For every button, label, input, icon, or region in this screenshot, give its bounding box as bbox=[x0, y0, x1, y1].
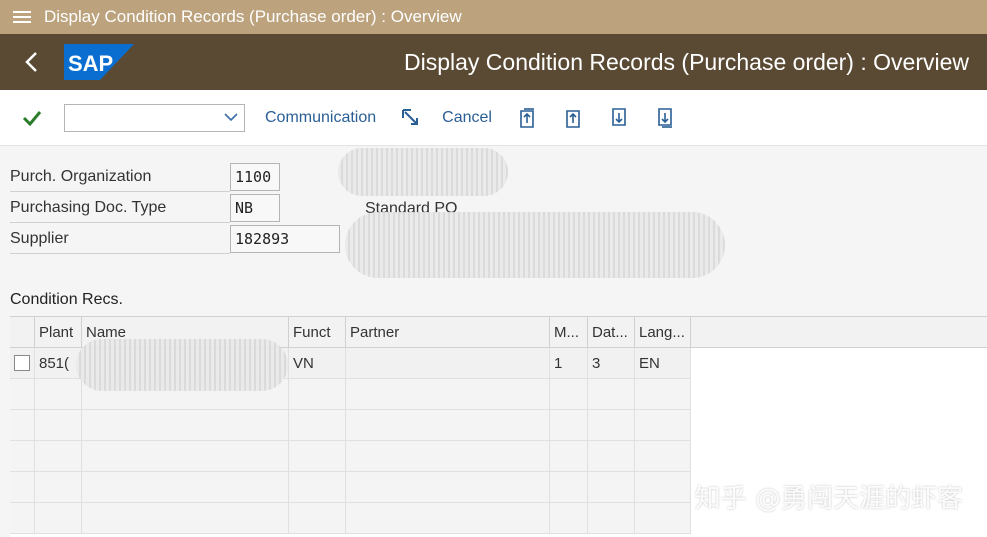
redacted-area bbox=[76, 339, 288, 391]
dat-cell: 3 bbox=[588, 348, 635, 379]
window-title: Display Condition Records (Purchase orde… bbox=[44, 7, 462, 26]
empty-cell bbox=[35, 472, 82, 503]
table-row[interactable] bbox=[10, 410, 691, 441]
last-page-icon bbox=[658, 107, 672, 128]
column-header-partner[interactable]: Partner bbox=[346, 317, 550, 348]
empty-cell bbox=[550, 379, 588, 410]
empty-cell bbox=[550, 441, 588, 472]
empty-cell bbox=[588, 503, 635, 534]
communication-button[interactable]: Communication bbox=[265, 109, 376, 127]
row-selector bbox=[10, 472, 35, 503]
supplier-label: Supplier bbox=[10, 224, 230, 254]
purch-org-field[interactable]: 1100 bbox=[230, 163, 280, 191]
empty-cell bbox=[35, 441, 82, 472]
empty-cell bbox=[346, 503, 550, 534]
row-selector[interactable] bbox=[10, 348, 35, 379]
empty-cell bbox=[588, 472, 635, 503]
previous-page-icon bbox=[566, 109, 580, 128]
empty-cell bbox=[82, 441, 289, 472]
column-header-m[interactable]: M... bbox=[550, 317, 588, 348]
hamburger-menu-icon[interactable] bbox=[0, 0, 44, 34]
first-page-button[interactable] bbox=[516, 107, 538, 129]
doc-type-label: Purchasing Doc. Type bbox=[10, 193, 230, 223]
table-row[interactable] bbox=[10, 441, 691, 472]
empty-cell bbox=[35, 410, 82, 441]
row-selector bbox=[10, 503, 35, 534]
empty-cell bbox=[289, 410, 346, 441]
shell-bar: SAP Display Condition Records (Purchase … bbox=[0, 34, 987, 90]
empty-cell bbox=[635, 472, 691, 503]
row-selector bbox=[10, 441, 35, 472]
redacted-area bbox=[345, 212, 725, 278]
empty-cell bbox=[346, 472, 550, 503]
empty-cell bbox=[550, 410, 588, 441]
empty-cell bbox=[289, 472, 346, 503]
command-field[interactable] bbox=[64, 103, 245, 132]
condition-records-title: Condition Recs. bbox=[10, 291, 123, 308]
empty-cell bbox=[82, 472, 289, 503]
first-page-icon bbox=[520, 107, 534, 128]
chevron-down-icon[interactable] bbox=[224, 109, 238, 125]
chevron-left-icon bbox=[25, 52, 37, 72]
empty-cell bbox=[588, 379, 635, 410]
empty-cell bbox=[550, 503, 588, 534]
row-selector bbox=[10, 410, 35, 441]
window-title-bar: Display Condition Records (Purchase orde… bbox=[0, 0, 987, 34]
next-page-button[interactable] bbox=[608, 107, 630, 129]
svg-text:SAP: SAP bbox=[68, 51, 113, 76]
funct-cell: VN bbox=[289, 348, 346, 379]
page-title: Display Condition Records (Purchase orde… bbox=[404, 49, 969, 75]
row-checkbox[interactable] bbox=[14, 355, 30, 371]
empty-cell bbox=[35, 503, 82, 534]
row-selector bbox=[10, 379, 35, 410]
previous-page-button[interactable] bbox=[562, 107, 584, 129]
empty-cell bbox=[635, 441, 691, 472]
doc-type-field[interactable]: NB bbox=[230, 194, 280, 222]
lang-cell: EN bbox=[635, 348, 691, 379]
empty-cell bbox=[289, 503, 346, 534]
empty-cell bbox=[635, 379, 691, 410]
watermark: 知乎 @勇闯天涯的虾客 bbox=[694, 484, 963, 514]
empty-cell bbox=[550, 472, 588, 503]
column-header-plant[interactable]: Plant bbox=[35, 317, 82, 348]
column-header-lang[interactable]: Lang... bbox=[635, 317, 691, 348]
empty-cell bbox=[588, 410, 635, 441]
empty-cell bbox=[82, 410, 289, 441]
empty-cell bbox=[82, 503, 289, 534]
sap-logo: SAP bbox=[64, 44, 134, 80]
supplier-field[interactable]: 182893 bbox=[230, 225, 340, 253]
purch-org-label: Purch. Organization bbox=[10, 162, 230, 192]
empty-cell bbox=[289, 379, 346, 410]
partner-cell bbox=[346, 348, 550, 379]
enter-button[interactable] bbox=[0, 109, 64, 127]
cursor-select-icon bbox=[402, 108, 419, 125]
empty-cell bbox=[346, 441, 550, 472]
empty-cell bbox=[346, 410, 550, 441]
empty-cell bbox=[588, 441, 635, 472]
last-page-button[interactable] bbox=[654, 107, 676, 129]
cancel-button[interactable]: Cancel bbox=[442, 109, 492, 127]
next-page-icon bbox=[612, 107, 626, 126]
back-button[interactable] bbox=[0, 34, 64, 90]
cursor-select-button[interactable] bbox=[400, 107, 422, 129]
table-row[interactable] bbox=[10, 503, 691, 534]
column-header-funct[interactable]: Funct bbox=[289, 317, 346, 348]
enter-check-icon bbox=[22, 110, 42, 126]
empty-cell bbox=[346, 379, 550, 410]
empty-cell bbox=[635, 410, 691, 441]
plant-cell[interactable]: 851( bbox=[35, 348, 82, 379]
empty-cell bbox=[635, 503, 691, 534]
empty-cell bbox=[35, 379, 82, 410]
application-toolbar: Communication Cancel bbox=[0, 90, 987, 146]
select-all-column[interactable] bbox=[10, 317, 35, 348]
table-row[interactable] bbox=[10, 472, 691, 503]
column-header-dat[interactable]: Dat... bbox=[588, 317, 635, 348]
empty-cell bbox=[289, 441, 346, 472]
redacted-area bbox=[338, 148, 508, 196]
m-cell: 1 bbox=[550, 348, 588, 379]
